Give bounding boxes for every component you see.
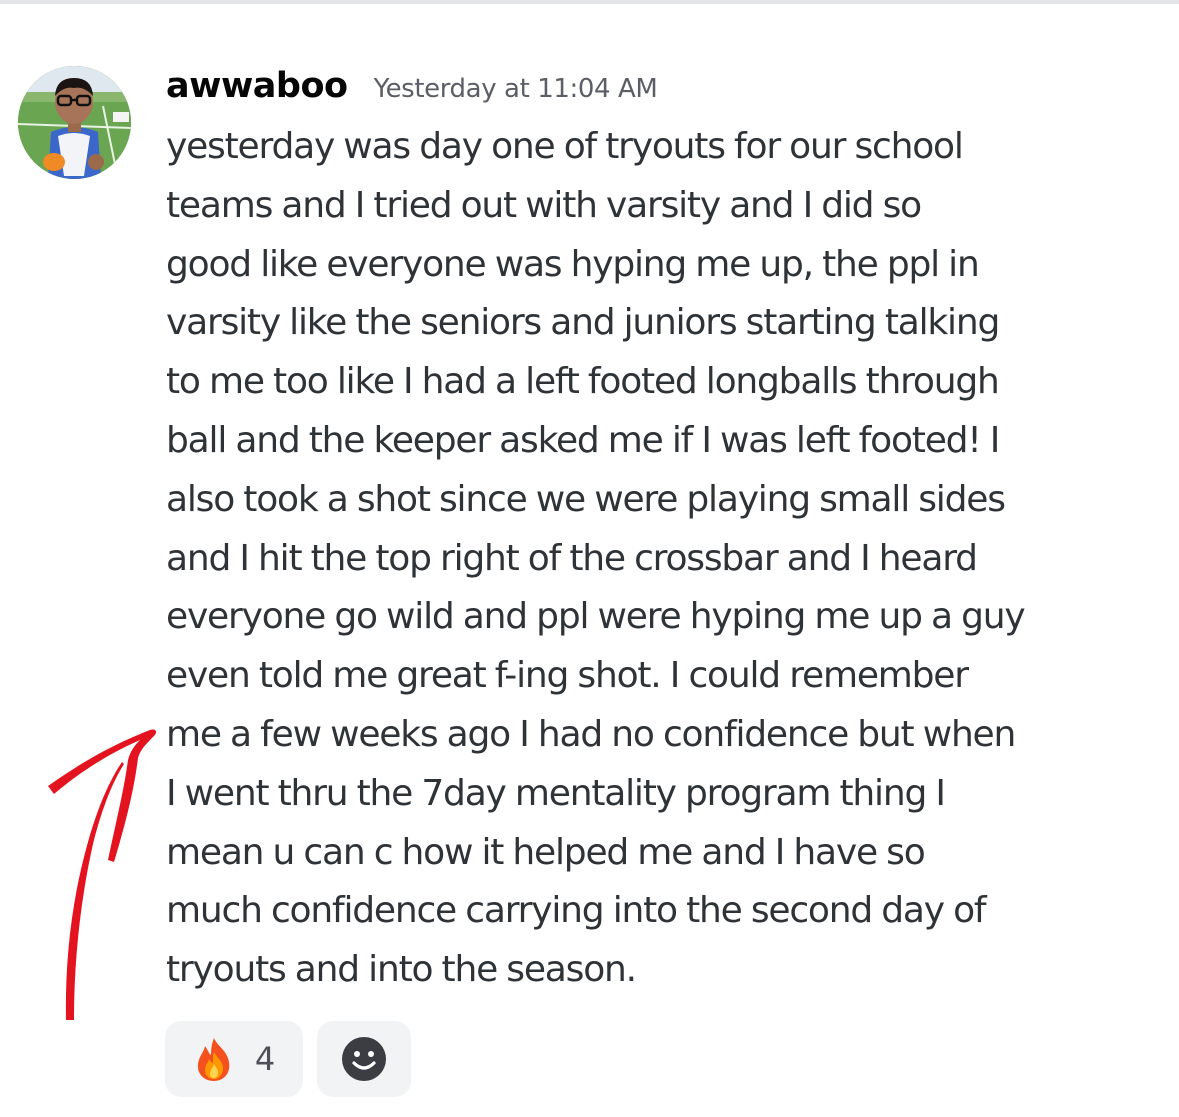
message-line: good like everyone was hyping me up, the… [166, 243, 980, 285]
message-header: awwaboo Yesterday at 11:04 AM [166, 66, 658, 112]
avatar-photo-icon [18, 66, 131, 179]
reactions-bar: 4 [165, 1021, 411, 1097]
add-reaction-smiley-icon [342, 1037, 386, 1081]
avatar[interactable] [18, 66, 131, 179]
message-line: and I hit the top right of the crossbar … [166, 537, 978, 579]
message-line: teams and I tried out with varsity and I… [166, 184, 922, 226]
username[interactable]: awwaboo [166, 66, 348, 106]
add-reaction-button[interactable] [317, 1021, 411, 1097]
message-line: everyone go wild and ppl were hyping me … [166, 596, 1026, 638]
message-line: to me too like I had a left footed longb… [166, 361, 1000, 403]
message-content: yesterday was day one of tryouts for our… [166, 118, 1156, 1000]
chat-view: awwaboo Yesterday at 11:04 AM yesterday … [0, 0, 1179, 1117]
message-line: tryouts and into the season. [166, 949, 637, 991]
message-line: mean u can c how it helped me and I have… [166, 831, 926, 873]
message-line: I went thru the 7day mentality program t… [166, 772, 946, 814]
reaction-count: 4 [254, 1040, 276, 1078]
message-line: even told me great f-ing shot. I could r… [166, 655, 969, 697]
message-line: varsity like the seniors and juniors sta… [166, 302, 1000, 344]
reaction-fire-button[interactable]: 4 [165, 1021, 303, 1097]
message-line: ball and the keeper asked me if I was le… [166, 419, 1000, 461]
message-line: much confidence carrying into the second… [166, 890, 987, 932]
message-line: yesterday was day one of tryouts for our… [166, 126, 964, 167]
fire-emoji-icon [197, 1038, 230, 1081]
message-timestamp[interactable]: Yesterday at 11:04 AM [374, 74, 658, 104]
chat-message: awwaboo Yesterday at 11:04 AM yesterday … [0, 0, 1179, 1117]
message-line: also took a shot since we were playing s… [166, 478, 1006, 520]
message-line: me a few weeks ago I had no confidence b… [166, 713, 1016, 755]
